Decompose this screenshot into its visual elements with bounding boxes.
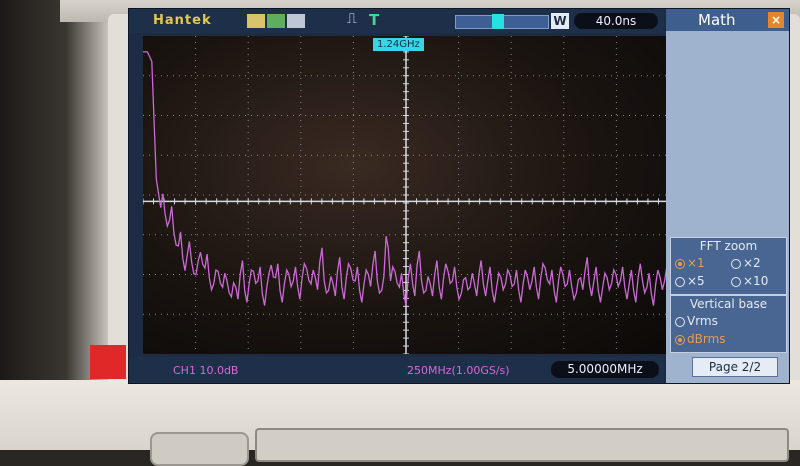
brand-logo: Hantek [153,13,212,28]
fft-spectrum-chart [143,36,669,354]
fft-zoom-option-x10[interactable]: ×10 [731,274,768,288]
memory-position-bar [455,14,549,29]
window-indicator: W [551,13,569,29]
radio-icon [675,276,685,287]
sample-rate: 250MHz(1.00GS/s) [407,364,510,377]
vertical-base-option-vrms[interactable]: Vrms [675,314,718,328]
fft-plot-area [143,36,669,354]
cursor-frequency-readout: 1.24GHz [373,38,424,51]
option-label: ×2 [743,256,761,270]
center-frequency-readout: 5.00000MHz [551,361,659,378]
acquire-mode-icon [247,14,265,28]
scope-screen: Hantek ⎍ T W 40.0ns 1.24GHz CH1 10.0dB 2… [128,8,790,384]
math-menu-title: Math [698,11,736,29]
red-label-tab [90,345,126,379]
front-panel-button[interactable] [150,432,249,466]
math-menu-header: Math × [666,9,789,31]
radio-icon [731,258,741,269]
radio-selected-icon [675,334,685,345]
option-label: ×10 [743,274,769,288]
mode-icons [247,14,305,28]
radio-icon [731,276,741,287]
vertical-base-title: Vertical base [689,297,768,311]
status-bar: Hantek ⎍ T W 40.0ns [129,9,664,33]
slope-icon [267,14,285,28]
option-label: ×1 [687,256,705,270]
fft-zoom-title: FFT zoom [699,239,758,253]
fft-zoom-option-x1[interactable]: ×1 [675,256,705,270]
option-label: ×5 [687,274,705,288]
fft-zoom-option-x5[interactable]: ×5 [675,274,705,288]
fft-zoom-panel[interactable]: FFT zoom ×1 ×2 ×5 ×10 [670,237,787,295]
page-button[interactable]: Page 2/2 [692,357,778,377]
close-icon[interactable]: × [768,12,784,28]
radio-icon [675,316,685,327]
option-label: Vrms [687,314,718,328]
vertical-base-option-dbrms[interactable]: dBrms [675,332,726,346]
bottom-status-bar: CH1 10.0dB 250MHz(1.00GS/s) 5.00000MHz [129,357,664,383]
vertical-base-panel[interactable]: Vertical base Vrms dBrms [670,295,787,353]
radio-selected-icon [675,258,685,269]
math-menu: Math × FFT zoom ×1 ×2 ×5 ×10 Vertical ba… [666,9,789,383]
timebase-readout: 40.0ns [574,13,658,29]
ch1-scale: CH1 10.0dB [173,364,239,377]
option-label: dBrms [687,332,726,346]
fft-zoom-option-x2[interactable]: ×2 [731,256,761,270]
trigger-edge-icon: ⎍ [347,11,357,27]
display-mode-icon [287,14,305,28]
trigger-marker: T [369,11,380,29]
memory-window-marker [492,14,504,29]
usb-slot-panel [255,428,789,462]
